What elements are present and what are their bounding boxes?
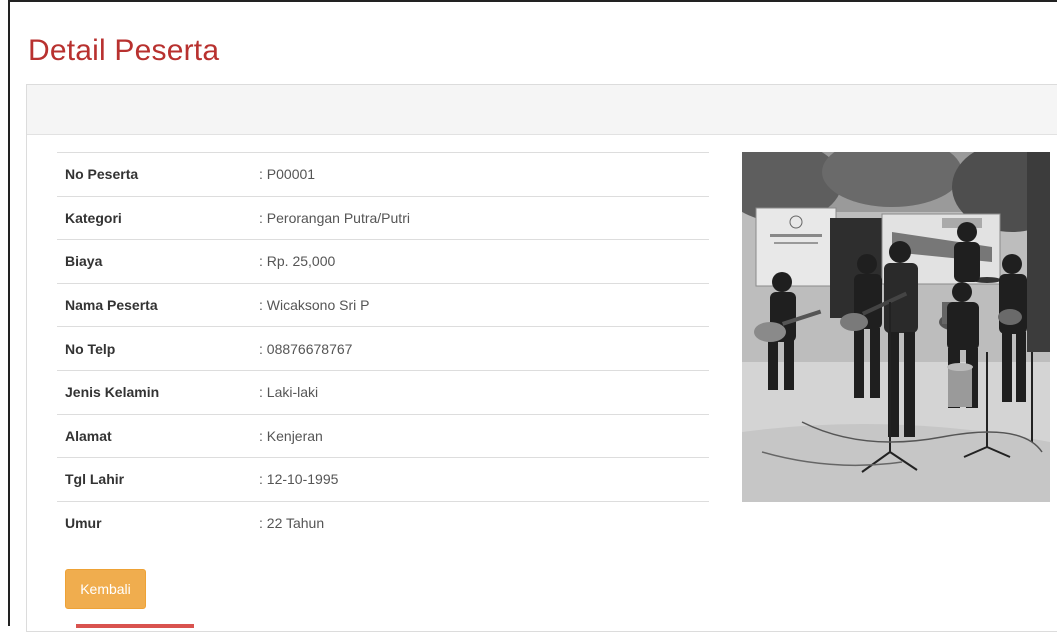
bottom-accent-bar (76, 624, 194, 628)
nama-peserta-label: Nama Peserta (57, 282, 251, 327)
table-row: Kategori : Perorangan Putra/Putri (57, 195, 709, 240)
back-button[interactable]: Kembali (65, 569, 146, 609)
jenis-kelamin-label: Jenis Kelamin (57, 369, 251, 415)
table-row: Umur : 22 Tahun (57, 500, 709, 545)
table-row: Biaya : Rp. 25,000 (57, 239, 709, 284)
alamat-label: Alamat (57, 413, 251, 458)
table-row: No Telp : 08876678767 (57, 326, 709, 371)
detail-panel: No Peserta : P00001 Kategori : Peroranga… (26, 84, 1057, 632)
biaya-label: Biaya (57, 239, 251, 284)
page-title: Detail Peserta (28, 34, 220, 67)
tgl-lahir-label: Tgl Lahir (57, 457, 251, 502)
table-row: Tgl Lahir : 12-10-1995 (57, 457, 709, 502)
no-telp-value: : 08876678767 (251, 326, 709, 371)
jenis-kelamin-value: : Laki-laki (251, 369, 709, 415)
no-peserta-label: No Peserta (57, 152, 251, 197)
table-row: Nama Peserta : Wicaksono Sri P (57, 282, 709, 327)
no-telp-label: No Telp (57, 326, 251, 371)
band-photo-icon (742, 152, 1050, 502)
participant-photo (742, 152, 1050, 502)
detail-table: No Peserta : P00001 Kategori : Peroranga… (57, 152, 709, 545)
tgl-lahir-value: : 12-10-1995 (251, 457, 709, 502)
kategori-label: Kategori (57, 195, 251, 240)
panel-heading (27, 85, 1057, 135)
umur-label: Umur (57, 500, 251, 545)
nama-peserta-value: : Wicaksono Sri P (251, 282, 709, 327)
table-row: Alamat : Kenjeran (57, 413, 709, 458)
kategori-value: : Perorangan Putra/Putri (251, 195, 709, 240)
umur-value: : 22 Tahun (251, 500, 709, 545)
table-row: No Peserta : P00001 (57, 152, 709, 197)
no-peserta-value: : P00001 (251, 152, 709, 197)
table-row: Jenis Kelamin : Laki-laki (57, 369, 709, 415)
alamat-value: : Kenjeran (251, 413, 709, 458)
biaya-value: : Rp. 25,000 (251, 239, 709, 284)
app-frame: Detail Peserta No Peserta : P00001 Kateg… (8, 0, 1057, 632)
